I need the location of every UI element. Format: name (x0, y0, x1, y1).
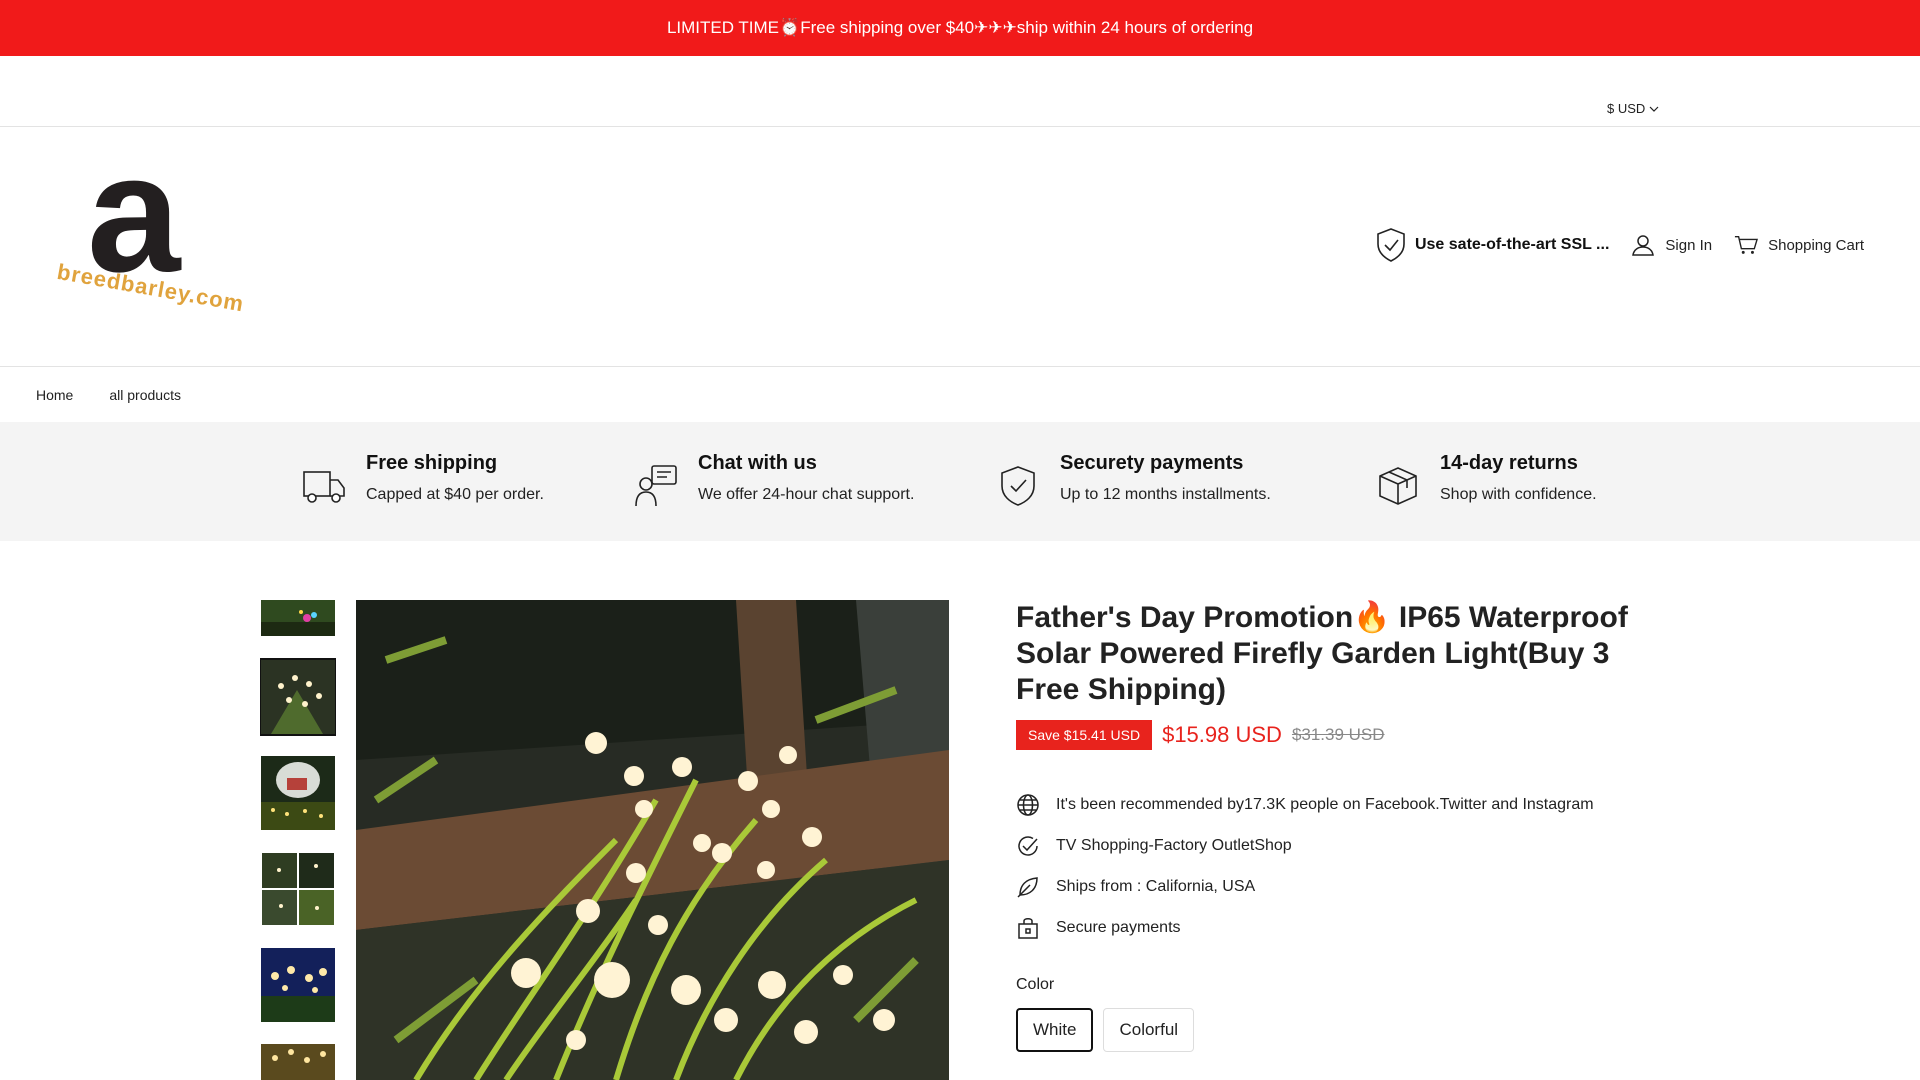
sign-in-link[interactable]: Sign In (1631, 234, 1712, 256)
highlight-text: TV Shopping-Factory OutletShop (1056, 836, 1292, 854)
feature-title: Securety payments (1060, 452, 1244, 474)
cart-link[interactable]: Shopping Cart (1734, 234, 1864, 256)
currency-selector[interactable]: $ USD (1607, 101, 1659, 116)
highlight-item: TV Shopping-Factory OutletShop (1016, 825, 1656, 866)
sign-in-label: Sign In (1665, 236, 1713, 254)
color-swatch-colorful[interactable]: Colorful (1103, 1008, 1195, 1052)
product-main-image[interactable] (356, 600, 949, 1080)
product-thumbnails (260, 600, 336, 1080)
price-row: Save $15.41 USD $15.98 USD $31.39 USD (1016, 720, 1656, 750)
color-swatches: White Colorful (1016, 1008, 1656, 1052)
ssl-text: Use sate-of-the-art SSL ... (1414, 236, 1610, 253)
feature-chat: Chat with us We offer 24-hour chat suppo… (634, 452, 914, 508)
product-thumbnail[interactable] (261, 948, 335, 1022)
truck-icon (303, 471, 345, 503)
highlight-text: It's been recommended by17.3K people on … (1056, 795, 1594, 813)
ssl-badge: Use sate-of-the-art SSL ... (1375, 227, 1609, 263)
site-header: a breedbarley.com Use sate-of-the-art SS… (0, 127, 1920, 367)
nav-item-all-products[interactable]: all products (109, 387, 181, 403)
shield-check-icon (1377, 228, 1405, 262)
box-icon (1379, 467, 1417, 505)
highlight-item: It's been recommended by17.3K people on … (1016, 784, 1656, 825)
feature-secure-payments: Securety payments Up to 12 months instal… (996, 452, 1271, 508)
currency-label: $ USD (1607, 101, 1646, 116)
feature-desc: Shop with confidence. (1440, 486, 1597, 503)
product-thumbnail[interactable] (260, 658, 336, 736)
product-thumbnail[interactable] (261, 600, 335, 636)
announcement-bar: LIMITED TIME⏰Free shipping over $40✈✈✈sh… (0, 0, 1920, 56)
feature-title: Chat with us (698, 452, 817, 474)
nav-item-home[interactable]: Home (36, 387, 73, 403)
cart-icon (1735, 236, 1759, 254)
color-swatch-white[interactable]: White (1016, 1008, 1094, 1052)
announcement-text: LIMITED TIME⏰Free shipping over $40✈✈✈sh… (666, 18, 1254, 37)
feature-desc: Capped at $40 per order. (366, 486, 544, 503)
user-icon (1632, 235, 1655, 256)
highlight-item: Secure payments (1016, 907, 1656, 948)
main-nav: Home all products (0, 368, 1920, 422)
utility-bar: $ USD (0, 56, 1920, 127)
product-thumbnail[interactable] (261, 756, 335, 830)
color-option-label: Color (1016, 976, 1055, 993)
features-strip: Free shipping Capped at $40 per order. C… (0, 422, 1920, 541)
product-title: Father's Day Promotion🔥 IP65 Waterproof … (1016, 601, 1628, 706)
highlight-item: Ships from : California, USA (1016, 866, 1656, 907)
product-photo (356, 600, 949, 1080)
compare-price: $31.39 USD (1291, 725, 1385, 744)
feature-title: Free shipping (366, 452, 498, 474)
feature-free-shipping: Free shipping Capped at $40 per order. (302, 452, 544, 508)
feature-desc: Up to 12 months installments. (1060, 486, 1271, 503)
chevron-down-icon (1649, 106, 1659, 112)
cart-label: Shopping Cart (1768, 236, 1864, 254)
lock-bag-icon (1018, 917, 1038, 939)
product-thumbnail[interactable] (261, 852, 335, 926)
globe-icon (1017, 793, 1039, 816)
support-chat-icon (635, 465, 677, 507)
feature-returns: 14-day returns Shop with confidence. (1376, 452, 1597, 508)
sale-price: $15.98 USD (1162, 722, 1282, 747)
leaf-icon (1017, 876, 1038, 898)
header-actions: Use sate-of-the-art SSL ... Sign In Shop… (1375, 227, 1864, 263)
feature-desc: We offer 24-hour chat support. (698, 486, 915, 503)
highlight-text: Secure payments (1056, 918, 1181, 936)
store-logo[interactable]: a breedbarley.com (52, 129, 246, 337)
product-highlights: It's been recommended by17.3K people on … (1016, 784, 1656, 948)
highlight-text: Ships from : California, USA (1056, 877, 1256, 895)
feature-title: 14-day returns (1440, 452, 1578, 474)
save-badge: Save $15.41 USD (1016, 720, 1153, 750)
product-thumbnail[interactable] (261, 1044, 335, 1080)
shield-check-icon (1001, 466, 1035, 506)
check-circle-icon (1018, 835, 1038, 856)
product-info: Father's Day Promotion🔥 IP65 Waterproof … (1016, 600, 1656, 1052)
